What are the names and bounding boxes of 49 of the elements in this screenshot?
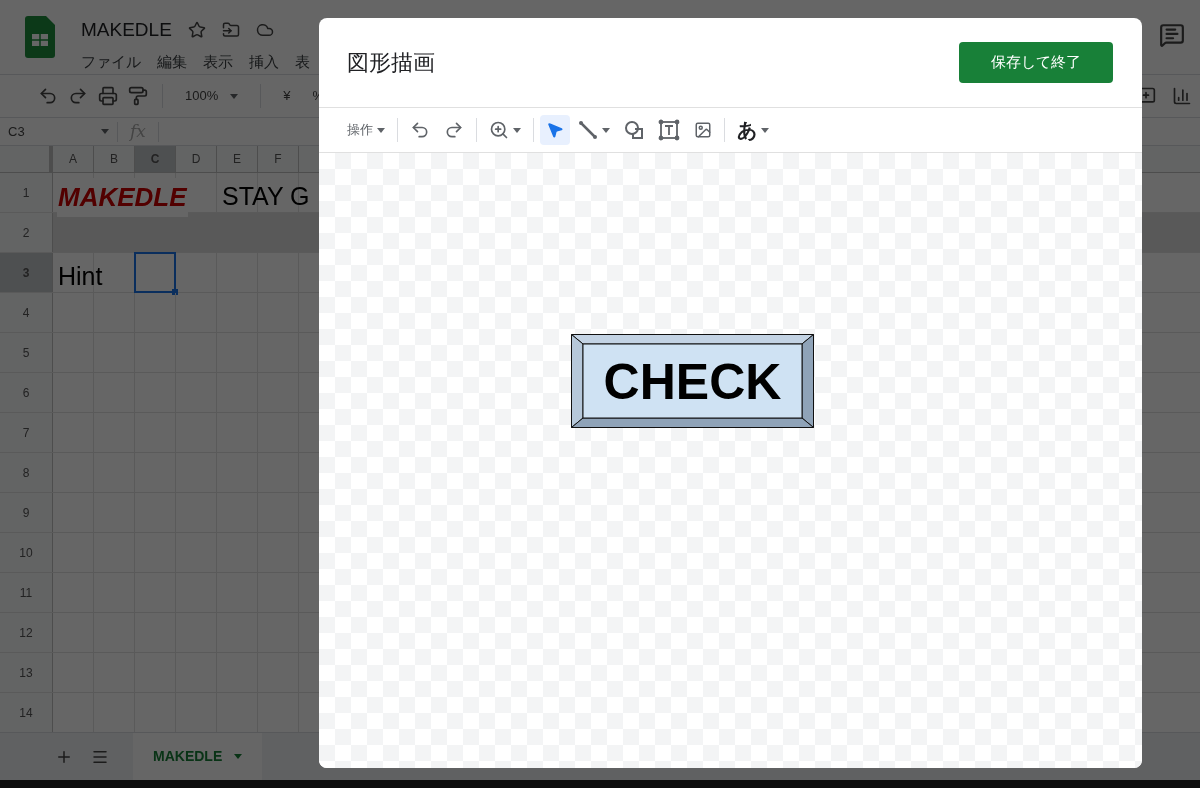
- zoom-icon: [489, 120, 509, 140]
- caret-icon: [101, 129, 109, 134]
- print-icon[interactable]: [98, 86, 118, 106]
- pointer-icon: [546, 121, 564, 139]
- line-icon: [578, 120, 598, 140]
- cell-text: STAY G: [221, 181, 311, 212]
- caret-icon: [513, 127, 521, 133]
- column-header[interactable]: D: [176, 146, 217, 172]
- chart-icon[interactable]: [1172, 86, 1192, 106]
- selection-cursor[interactable]: [134, 252, 176, 293]
- image-icon: [694, 121, 712, 139]
- column-header[interactable]: A: [53, 146, 94, 172]
- select-button[interactable]: [540, 115, 570, 145]
- document-title[interactable]: MAKEDLE: [81, 16, 172, 45]
- caret-icon: [234, 754, 243, 759]
- currency-format-button[interactable]: ¥: [275, 86, 299, 106]
- font-button[interactable]: あ: [731, 115, 775, 145]
- undo-icon: [410, 120, 430, 140]
- actions-menu[interactable]: 操作: [341, 115, 391, 145]
- move-folder-icon[interactable]: [221, 21, 240, 40]
- save-and-close-button[interactable]: 保存して終了: [959, 42, 1113, 83]
- dialog-title: 図形描画: [347, 49, 435, 77]
- cell-text: Hint: [57, 261, 104, 292]
- menu-item[interactable]: 編集: [157, 50, 187, 73]
- sheet-tab[interactable]: MAKEDLE: [133, 733, 263, 780]
- menu-item[interactable]: ファイル: [81, 50, 141, 73]
- menu-item[interactable]: 表: [295, 50, 310, 73]
- text-box-icon: [658, 119, 680, 141]
- star-icon[interactable]: [187, 21, 206, 40]
- paint-format-icon[interactable]: [128, 86, 148, 106]
- menu-item[interactable]: 挿入: [249, 50, 279, 73]
- redo-icon: [444, 120, 464, 140]
- row-header[interactable]: 2: [0, 213, 53, 252]
- cell-text: MAKEDLE: [57, 178, 188, 217]
- name-box[interactable]: C3: [0, 121, 117, 142]
- caret-icon: [602, 127, 610, 133]
- menu-item[interactable]: 表示: [203, 50, 233, 73]
- caret-icon: [761, 127, 769, 133]
- undo-icon[interactable]: [38, 86, 58, 106]
- spreadsheet-logo-icon[interactable]: [25, 16, 55, 58]
- comments-icon[interactable]: [1159, 22, 1185, 48]
- caret-icon: [230, 93, 239, 99]
- column-header[interactable]: F: [258, 146, 299, 172]
- shapes-icon: [624, 120, 644, 140]
- column-header[interactable]: E: [217, 146, 258, 172]
- caret-icon: [377, 127, 385, 133]
- redo-icon[interactable]: [68, 86, 88, 106]
- drawing-canvas[interactable]: CHECK: [319, 153, 1142, 768]
- zoom-dropdown[interactable]: 100%: [177, 86, 247, 106]
